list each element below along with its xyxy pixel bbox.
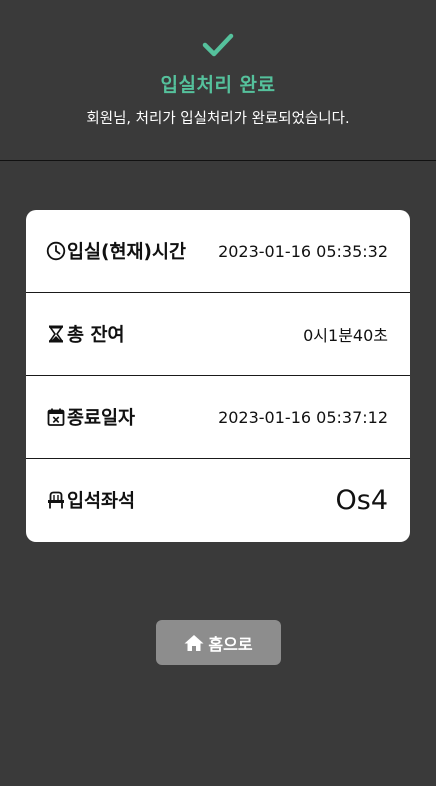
row-label-text: 입석좌석 [67,491,136,512]
row-checkin-time: 입실(현재)시간 2023-01-16 05:35:32 [26,210,410,293]
row-label: 총 잔여 [46,293,125,375]
row-end-date: 종료일자 2023-01-16 05:37:12 [26,376,410,459]
clock-icon [46,241,66,261]
row-label-text: 종료일자 [67,408,136,429]
row-value: 0시1분40초 [303,326,388,345]
hourglass-icon [48,325,64,343]
row-label: 입실(현재)시간 [46,210,186,292]
row-value: 2023-01-16 05:37:12 [218,407,388,427]
header: 입실처리 완료 회원님, 처리가 입실처리가 완료되었습니다. [0,0,436,161]
row-value: 2023-01-16 05:35:32 [218,241,388,261]
row-label-text: 총 잔여 [67,325,125,346]
row-remaining: 총 잔여 0시1분40초 [26,293,410,376]
calendar-x-icon [47,408,65,426]
row-label-text: 입실(현재)시간 [67,242,187,263]
home-icon [184,634,204,651]
row-value: Os4 [335,484,389,516]
page-title: 입실처리 완료 [160,74,276,96]
checkin-info-card: 입실(현재)시간 2023-01-16 05:35:32 총 잔여 0시1분40… [26,210,410,542]
checkmark-icon [202,33,234,57]
row-seat: 입석좌석 Os4 [26,459,410,541]
row-label: 종료일자 [46,376,135,458]
home-button-label: 홈으로 [208,634,253,654]
row-label: 입석좌석 [46,459,135,541]
page-subtitle: 회원님, 처리가 입실처리가 완료되었습니다. [86,111,350,127]
seat-icon [48,491,64,509]
header-divider [0,160,436,161]
home-button[interactable]: 홈으로 [156,620,281,665]
